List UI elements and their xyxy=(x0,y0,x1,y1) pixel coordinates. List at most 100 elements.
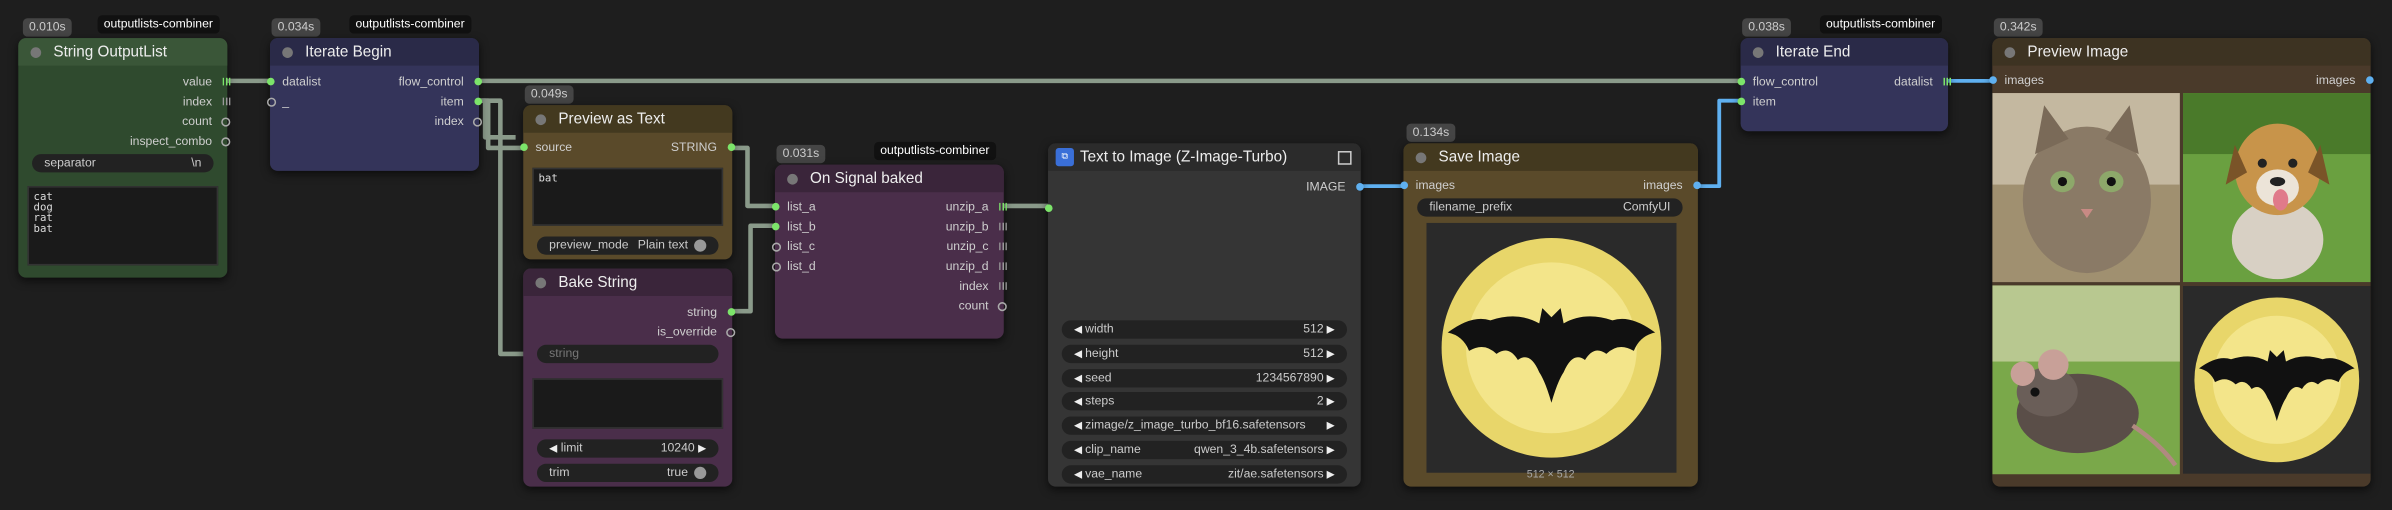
node-preview-as-text[interactable]: Preview as Text source STRING bat previe… xyxy=(520,105,736,260)
node-save-image[interactable]: Save Image images images filename_prefix… xyxy=(1400,143,1701,487)
node-title: Preview as Text xyxy=(558,110,665,128)
output-unzip-a[interactable]: unzip_a xyxy=(946,198,1007,216)
bat-image-preview[interactable] xyxy=(2182,285,2371,474)
bat-picture xyxy=(1426,222,1677,473)
input-images[interactable]: images xyxy=(1400,177,1455,195)
output-item[interactable]: item xyxy=(441,93,483,111)
output-index[interactable]: index xyxy=(435,113,483,131)
right-arrow-icon: ▶ xyxy=(1323,349,1335,360)
bake-text-area[interactable] xyxy=(532,378,724,429)
t2i-widget-2[interactable]: ◀ seed 1234567890 ▶ xyxy=(1061,368,1348,387)
left-arrow-icon: ◀ xyxy=(1073,469,1086,481)
node-collapse-icon[interactable] xyxy=(1415,151,1427,163)
node-iterate-begin[interactable]: Iterate Begin datalist _ flow_control it… xyxy=(266,38,483,171)
subgraph-icon: ⧉ xyxy=(1055,147,1074,167)
output-count[interactable]: count xyxy=(959,297,1007,315)
image-dimensions: 512 × 512 xyxy=(1526,469,1575,481)
filename-prefix-widget[interactable]: filename_prefix ComfyUI xyxy=(1417,198,1683,217)
output-unzip-c[interactable]: unzip_c xyxy=(946,238,1007,256)
node-collapse-icon[interactable] xyxy=(282,46,293,58)
output-images[interactable]: images xyxy=(1643,177,1701,195)
rat-picture xyxy=(1992,285,2180,475)
left-arrow-icon: ◀ xyxy=(1073,397,1086,408)
preview-mode-widget[interactable]: preview_mode Plain text xyxy=(536,236,719,255)
output-count[interactable]: count xyxy=(182,113,231,131)
node-title: Bake String xyxy=(558,273,638,291)
input-prompt[interactable] xyxy=(1044,200,1060,218)
group-tag: outputlists-combiner xyxy=(349,15,471,34)
t2i-widget-4[interactable]: ◀ zimage/z_image_turbo_bf16.safetensors … xyxy=(1061,416,1348,436)
right-arrow-icon: ▶ xyxy=(1323,397,1335,408)
output-datalist[interactable]: datalist xyxy=(1894,73,1952,91)
input-list-d[interactable]: list_d xyxy=(771,258,816,276)
input-underscore[interactable]: _ xyxy=(266,93,289,111)
t2i-widget-6[interactable]: ◀ vae_name zit/ae.safetensors ▶ xyxy=(1061,464,1348,484)
node-title: Iterate End xyxy=(1775,43,1851,61)
cat-image[interactable] xyxy=(1992,93,2180,283)
right-arrow-icon: ▶ xyxy=(1323,373,1335,384)
output-index[interactable]: index xyxy=(183,93,231,111)
node-bake-string[interactable]: Bake String string is_override string ◀ … xyxy=(523,268,736,487)
output-is-override[interactable]: is_override xyxy=(657,323,736,341)
t2i-widget-3[interactable]: ◀ steps 2 ▶ xyxy=(1061,392,1348,411)
output-unzip-d[interactable]: unzip_d xyxy=(946,258,1007,276)
node-graph-canvas[interactable]: 0.010s outputlists-combiner String Outpu… xyxy=(0,0,2392,510)
input-list-a[interactable]: list_a xyxy=(771,198,816,216)
output-string[interactable]: STRING xyxy=(671,139,736,157)
node-title: Preview Image xyxy=(2027,43,2129,61)
node-iterate-end[interactable]: Iterate End flow_control item datalist xyxy=(1737,38,1952,132)
list-text-area[interactable]: cat dog rat bat xyxy=(27,186,219,266)
rat-image[interactable] xyxy=(1992,285,2180,475)
timing-badge: 0.342s xyxy=(1993,18,2043,37)
timing-badge: 0.031s xyxy=(776,144,826,164)
input-item[interactable]: item xyxy=(1737,93,1776,111)
input-images[interactable]: images xyxy=(1989,72,2044,90)
output-value[interactable]: value xyxy=(183,73,231,91)
bat-image[interactable] xyxy=(1426,222,1677,473)
input-source[interactable]: source xyxy=(520,139,572,157)
group-tag: outputlists-combiner xyxy=(1819,15,1942,34)
node-collapse-icon[interactable] xyxy=(30,46,42,58)
output-flow-control[interactable]: flow_control xyxy=(399,73,483,91)
dog-picture xyxy=(2182,93,2371,283)
t2i-widget-1[interactable]: ◀ height 512 ▶ xyxy=(1061,344,1348,363)
separator-widget[interactable]: separator \n xyxy=(32,154,214,173)
group-tag: outputlists-combiner xyxy=(874,141,996,161)
node-collapse-icon[interactable] xyxy=(535,113,547,125)
node-collapse-icon[interactable] xyxy=(2004,46,2016,58)
output-inspect-combo[interactable]: inspect_combo xyxy=(130,133,231,151)
right-arrow-icon: ▶ xyxy=(1326,421,1335,433)
string-input-widget[interactable]: string xyxy=(536,344,719,364)
expand-icon[interactable] xyxy=(1337,150,1352,164)
node-on-signal-baked[interactable]: On Signal baked list_a list_b list_c lis… xyxy=(771,164,1007,339)
t2i-widget-5[interactable]: ◀ clip_name qwen_3_4b.safetensors ▶ xyxy=(1061,440,1348,460)
list-socket-icon xyxy=(222,77,231,86)
timing-badge: 0.134s xyxy=(1406,123,1456,142)
node-preview-image[interactable]: Preview Image images images xyxy=(1989,38,2374,487)
group-tag: outputlists-combiner xyxy=(97,15,220,34)
preview-text: bat xyxy=(532,167,724,226)
node-title: Save Image xyxy=(1438,148,1520,166)
dog-image[interactable] xyxy=(2182,93,2371,283)
node-text-to-image[interactable]: ⧉ Text to Image (Z-Image-Turbo) IMAGE ◀ … xyxy=(1044,143,1364,487)
input-list-b[interactable]: list_b xyxy=(771,218,816,236)
node-collapse-icon[interactable] xyxy=(535,276,547,288)
toggle-icon xyxy=(694,239,707,252)
output-string[interactable]: string xyxy=(687,304,736,322)
t2i-widget-0[interactable]: ◀ width 512 ▶ xyxy=(1061,320,1348,339)
input-list-c[interactable]: list_c xyxy=(771,238,815,256)
input-flow-control[interactable]: flow_control xyxy=(1737,73,1818,91)
input-datalist[interactable]: datalist xyxy=(266,73,321,91)
output-images[interactable]: images xyxy=(2316,72,2374,90)
node-string-output-list[interactable]: String OutputList value index count insp… xyxy=(18,38,231,278)
node-collapse-icon[interactable] xyxy=(1752,46,1764,58)
node-collapse-icon[interactable] xyxy=(787,173,798,184)
limit-widget[interactable]: ◀ limit 10240 ▶ xyxy=(536,439,719,458)
output-image[interactable]: IMAGE xyxy=(1306,178,1364,196)
output-index[interactable]: index xyxy=(959,278,1007,296)
left-arrow-icon: ◀ xyxy=(549,443,558,455)
output-unzip-b[interactable]: unzip_b xyxy=(946,218,1007,236)
cat-picture xyxy=(1992,93,2180,283)
right-arrow-icon: ▶ xyxy=(698,443,707,455)
trim-widget[interactable]: trim true xyxy=(536,463,719,483)
